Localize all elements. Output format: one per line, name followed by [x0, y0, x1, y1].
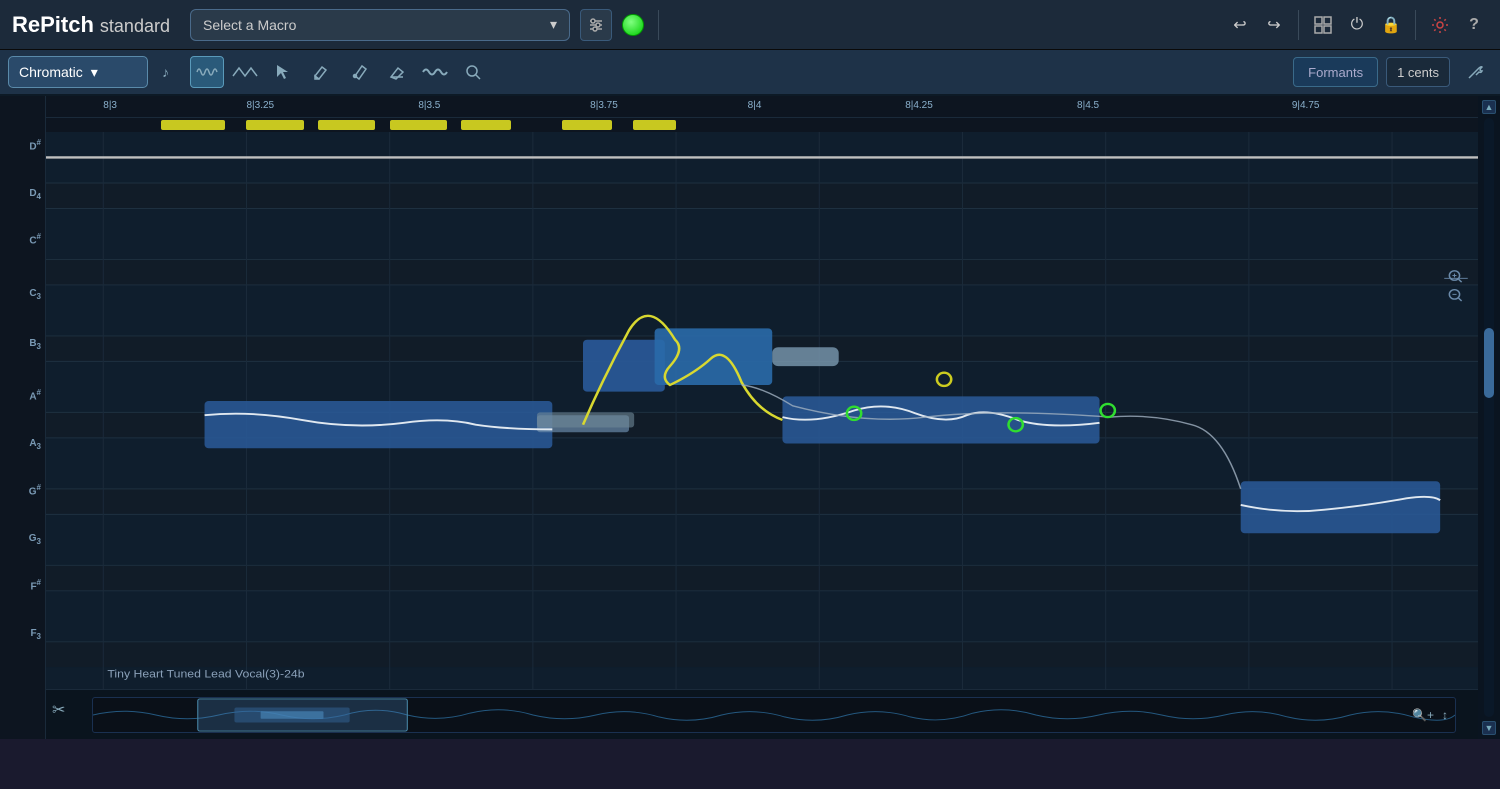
scale-select[interactable]: Chromatic ▾ [8, 56, 148, 88]
vibrato-btn[interactable] [418, 56, 452, 88]
time-9-4.75: 9|4.75 [1292, 100, 1320, 111]
note-mode-btn[interactable]: ♪ [152, 56, 186, 88]
waveform-btn[interactable] [190, 56, 224, 88]
top-right-icons: ↩ ↪ ⏻ 🔒 ? [1226, 10, 1488, 40]
envelope-btn[interactable] [228, 56, 262, 88]
divider-1 [658, 10, 659, 40]
note-G3: G3 [29, 533, 41, 546]
note-C#: C# [29, 232, 41, 246]
yellow-marker-7 [633, 120, 676, 130]
formants-button[interactable]: Formants [1293, 57, 1378, 87]
active-indicator [622, 14, 644, 36]
wrench-icon [1466, 63, 1484, 81]
divider-2 [1298, 10, 1299, 40]
macro-settings-btn[interactable] [580, 9, 612, 41]
yellow-marker-2 [246, 120, 303, 130]
redo-button[interactable]: ↪ [1260, 11, 1288, 39]
app-name-standard: standard [100, 16, 170, 37]
note-handle-1 [772, 347, 838, 366]
toolbar: Chromatic ▾ ♪ [0, 50, 1500, 96]
macro-select[interactable]: Select a Macro ▾ [190, 9, 570, 41]
right-scrollbar: ▲ ▼ [1478, 96, 1500, 739]
scroll-up-btn[interactable]: ▲ [1482, 100, 1496, 114]
sliders-icon [588, 17, 604, 33]
undo-button[interactable]: ↩ [1226, 11, 1254, 39]
app-name-repitch: RePitch [12, 12, 94, 38]
timeline: 8|3 8|3.25 8|3.5 8|3.75 8|4 8|4.25 8|4.5… [46, 96, 1478, 118]
eraser-icon [388, 63, 406, 81]
bottom-right-icons: 🔍+ ↕ [1412, 708, 1448, 722]
main-area: D# D4 C# C3 B3 A# A3 G# G3 F# F3 8|3 8|3… [0, 96, 1500, 739]
note-icon: ♪ [159, 62, 179, 82]
scroll-thumb[interactable] [1484, 328, 1494, 398]
scale-arrow: ▾ [91, 64, 98, 81]
grid-container: 8|3 8|3.25 8|3.5 8|3.75 8|4 8|4.25 8|4.5… [46, 96, 1478, 739]
macro-label: Select a Macro [203, 17, 296, 33]
app-title: RePitch standard [12, 12, 170, 38]
track-label-bar: ✂ 🔍+ ↕ [46, 689, 1478, 739]
note-B3: B3 [29, 338, 41, 351]
note-A#: A# [29, 388, 41, 402]
help-button[interactable]: ? [1460, 11, 1488, 39]
time-8-3.75: 8|3.75 [590, 100, 618, 111]
power-button[interactable]: ⏻ [1343, 11, 1371, 39]
pencil-btn[interactable] [304, 56, 338, 88]
pointer-btn[interactable] [266, 56, 300, 88]
time-8-3: 8|3 [103, 100, 117, 111]
toolbar-right: Formants 1 cents [1293, 56, 1492, 88]
grid-button[interactable] [1309, 11, 1337, 39]
yellow-marker-4 [390, 120, 447, 130]
magnify-btn[interactable] [456, 56, 490, 88]
yellow-marker-5 [461, 120, 511, 130]
magnify-icon [464, 63, 482, 81]
macro-arrow: ▾ [550, 16, 557, 33]
divider-3 [1415, 10, 1416, 40]
toolbar-settings-btn[interactable] [1458, 56, 1492, 88]
mini-waveform-svg [93, 698, 1455, 732]
settings-icon-btn[interactable] [1426, 11, 1454, 39]
time-8-4.25: 8|4.25 [905, 100, 933, 111]
note-F#: F# [30, 578, 41, 592]
zoom-in-btn[interactable]: 🔍+ [1412, 708, 1434, 722]
time-8-4: 8|4 [748, 100, 762, 111]
scroll-down-btn[interactable]: ▼ [1482, 721, 1496, 735]
vibrato-icon [421, 62, 449, 82]
note-block-3[interactable] [583, 340, 665, 392]
scroll-track [1484, 118, 1494, 717]
mini-waveform [92, 697, 1456, 733]
eraser-btn[interactable] [380, 56, 414, 88]
note-G#: G# [29, 483, 41, 497]
envelope-icon [231, 62, 259, 82]
note-C3: C3 [29, 288, 41, 301]
gear-icon [1431, 16, 1449, 34]
pen-btn[interactable] [342, 56, 376, 88]
yellow-markers [46, 118, 1478, 132]
grid-icon [1314, 16, 1332, 34]
lock-button[interactable]: 🔒 [1377, 11, 1405, 39]
note-A3: A3 [29, 438, 41, 451]
top-bar: RePitch standard Select a Macro ▾ ↩ ↪ [0, 0, 1500, 50]
time-8-3.5: 8|3.5 [418, 100, 440, 111]
grid-svg: Tiny Heart Tuned Lead Vocal(3)-24b [46, 132, 1478, 689]
zoom-wave-btn[interactable]: ↕ [1442, 708, 1448, 722]
piano-keys: D# D4 C# C3 B3 A# A3 G# G3 F# F3 [0, 96, 46, 739]
scale-label: Chromatic [19, 64, 83, 80]
time-8-4.5: 8|4.5 [1077, 100, 1099, 111]
cursor-icon [274, 63, 292, 81]
yellow-marker-6 [562, 120, 612, 130]
note-D#: D# [29, 138, 41, 152]
note-D4: D4 [29, 188, 41, 201]
track-label-text: Tiny Heart Tuned Lead Vocal(3)-24b [107, 667, 305, 680]
pencil-icon [312, 63, 330, 81]
note-F3: F3 [30, 628, 41, 641]
waveform-icon [195, 62, 219, 82]
yellow-marker-1 [161, 120, 225, 130]
pitch-grid: Tiny Heart Tuned Lead Vocal(3)-24b [46, 132, 1478, 689]
svg-text:♪: ♪ [162, 64, 169, 80]
time-8-3.25: 8|3.25 [246, 100, 274, 111]
cut-icon[interactable]: ✂ [52, 700, 65, 720]
cents-display: 1 cents [1386, 57, 1450, 87]
pen-icon [350, 63, 368, 81]
yellow-marker-3 [318, 120, 375, 130]
